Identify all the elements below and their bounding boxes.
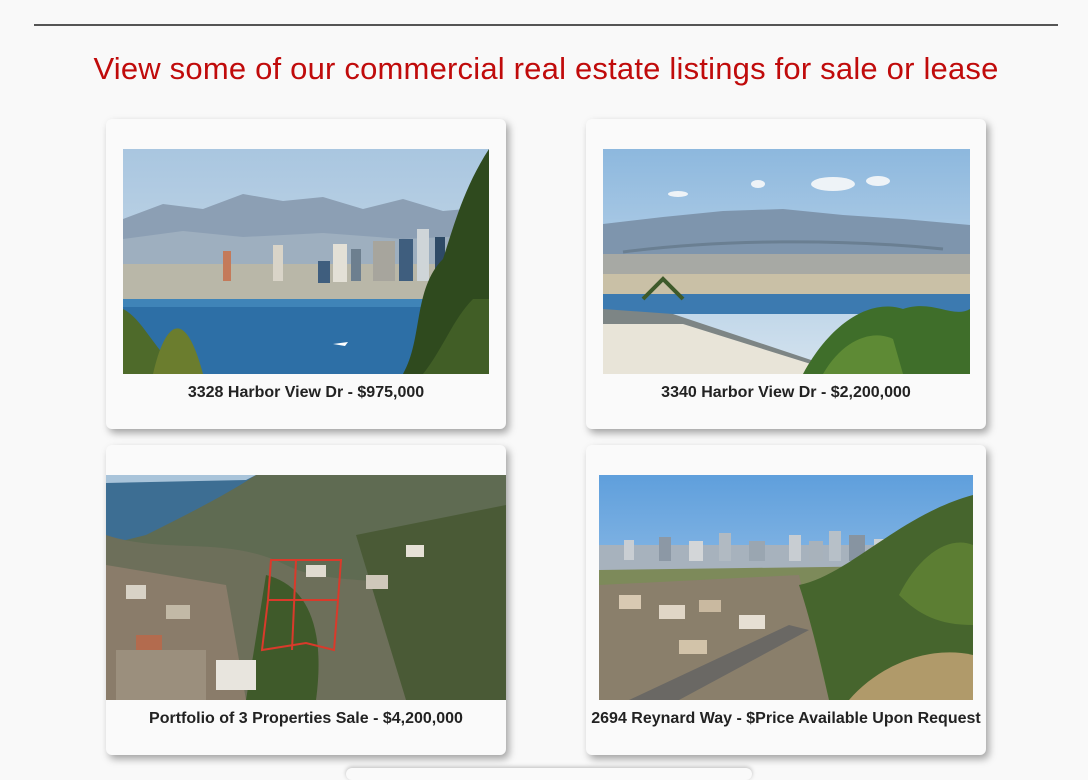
listing-card-3340-harbor-view[interactable]: 3340 Harbor View Dr - $2,200,000 [586,119,986,429]
aerial-lot-outline-photo[interactable] [106,475,506,700]
city-skyline-bay-photo[interactable] [123,149,489,374]
listing-card-2694-reynard-way[interactable]: 2694 Reynard Way - $Price Available Upon… [586,445,986,755]
listing-caption[interactable]: 2694 Reynard Way - $Price Available Upon… [586,710,986,728]
listing-card-portfolio[interactable]: Portfolio of 3 Properties Sale - $4,200,… [106,445,506,755]
listing-caption[interactable]: 3328 Harbor View Dr - $975,000 [106,384,506,402]
hillside-street-skyline-photo[interactable] [599,475,973,700]
listing-caption[interactable]: Portfolio of 3 Properties Sale - $4,200,… [106,710,506,728]
bay-bridge-airport-photo[interactable] [603,149,970,374]
listing-caption[interactable]: 3340 Harbor View Dr - $2,200,000 [586,384,986,402]
next-card-edge [346,768,752,780]
top-divider [34,24,1058,26]
page-heading: View some of our commercial real estate … [93,51,999,86]
listing-card-3328-harbor-view[interactable]: 3328 Harbor View Dr - $975,000 [106,119,506,429]
